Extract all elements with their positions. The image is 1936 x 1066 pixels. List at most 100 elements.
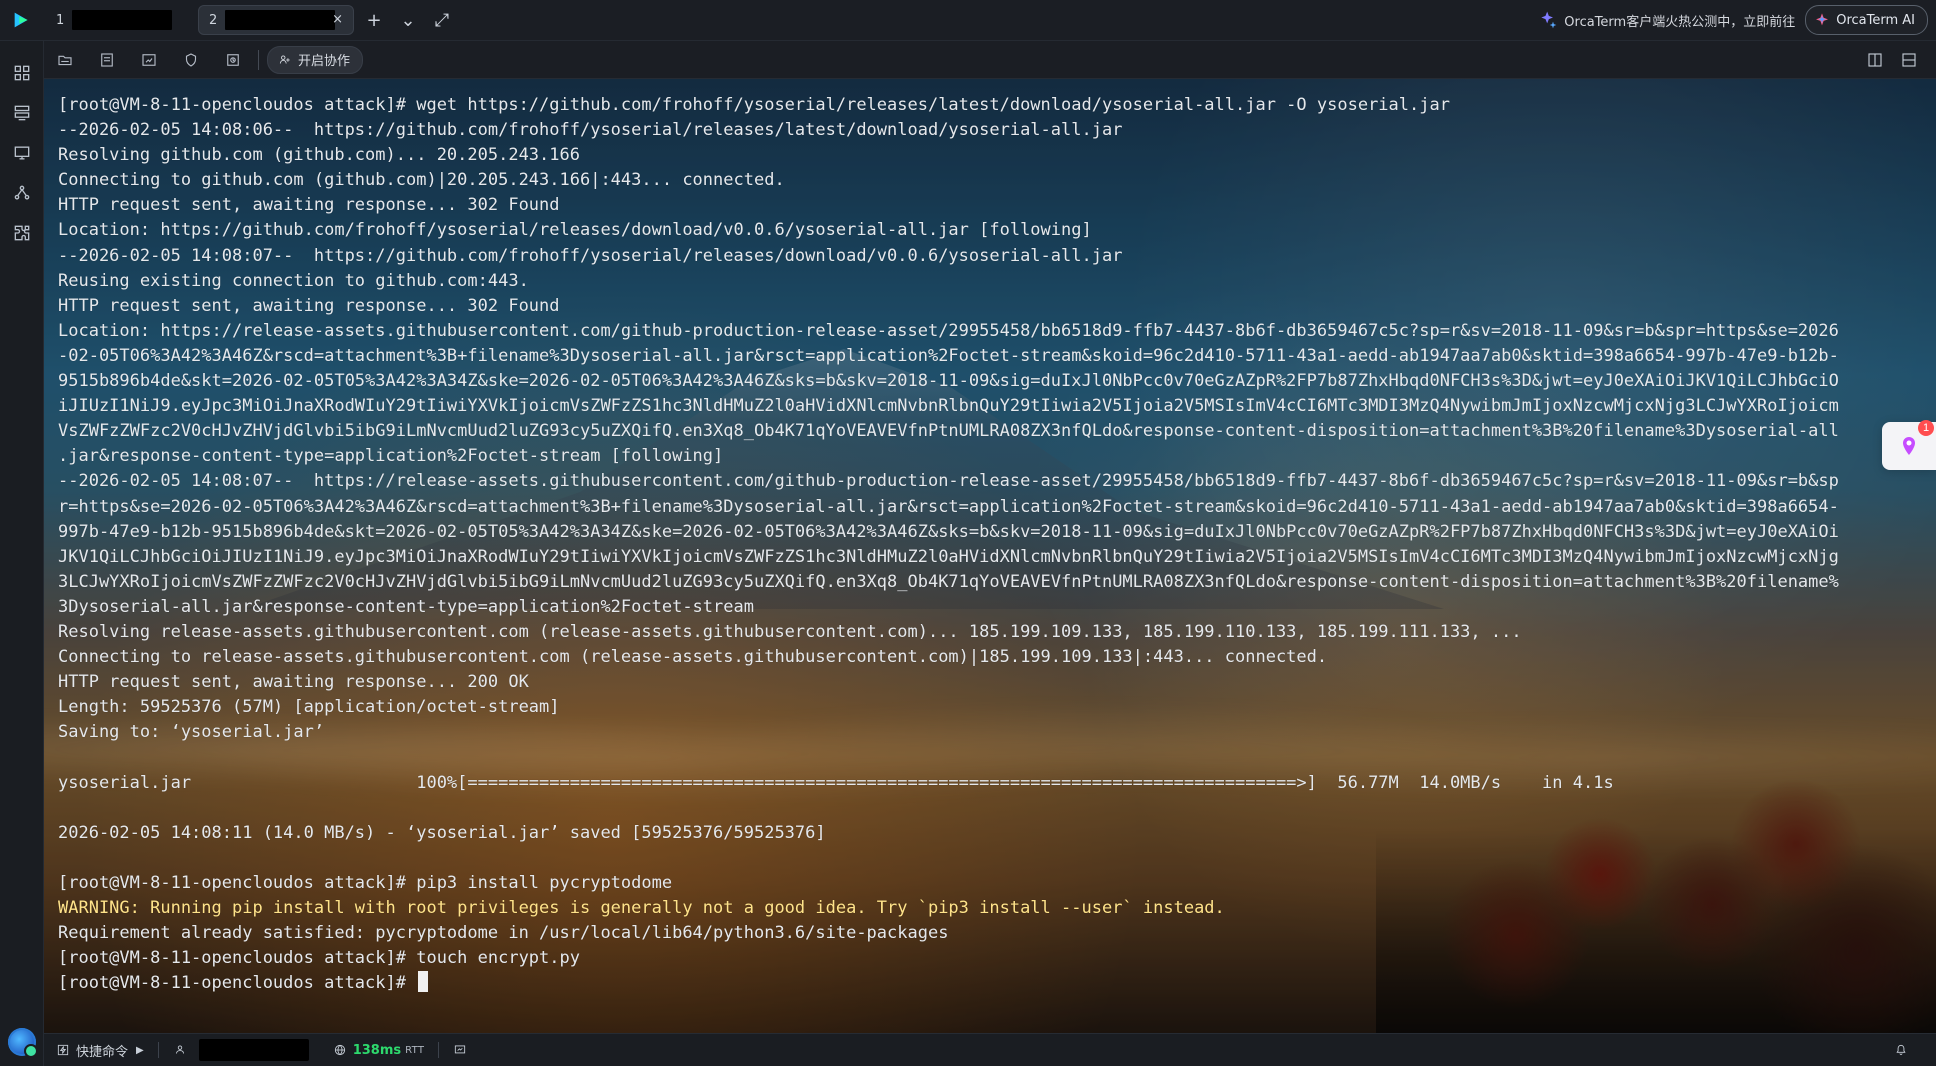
schedule-icon[interactable]	[212, 41, 254, 79]
terminal-line-text: HTTP request sent, awaiting response... …	[58, 295, 560, 316]
terminal-line: r=https&se=2026-02-05T06%3A42%3A46Z&rscd…	[58, 495, 1926, 520]
terminal-output: [root@VM-8-11-opencloudos attack]# wget …	[58, 93, 1926, 996]
terminal-line-text: 2026-02-05 14:08:11 (14.0 MB/s) - ‘ysose…	[58, 822, 826, 843]
tab-1[interactable]: 1	[46, 5, 188, 35]
bottom-status-bar: 快捷命令 ▶ 138ms RTT	[44, 1033, 1936, 1066]
globe-icon	[334, 1044, 345, 1056]
sftp-icon[interactable]	[44, 41, 86, 79]
monitor-button[interactable]	[441, 1034, 485, 1066]
terminal-line: Reusing existing connection to github.co…	[58, 269, 1926, 294]
terminal-line-text: [root@VM-8-11-opencloudos attack]# pip3 …	[58, 872, 673, 893]
tab-index-1: 1	[56, 12, 65, 28]
collaboration-icon	[279, 54, 290, 64]
terminal-line-text: -02-05T06%3A42%3A46Z&rscd=attachment%3B+…	[58, 345, 1839, 366]
terminal-line-text: Reusing existing connection to github.co…	[58, 270, 529, 291]
toolbar-divider	[258, 49, 259, 70]
latency-value: 138ms	[352, 1042, 402, 1058]
assistant-floating-button[interactable]: 1	[1882, 420, 1936, 470]
history-icon[interactable]	[86, 41, 128, 79]
latency-indicator: 138ms RTT	[321, 1034, 437, 1066]
terminal-line: 9515b896b4de&skt=2026-02-05T05%3A42%3A34…	[58, 369, 1926, 394]
terminal-line-text: WARNING: Running pip install with root p…	[58, 898, 1225, 918]
online-status-icon	[24, 1044, 38, 1058]
terminal-line-text: HTTP request sent, awaiting response... …	[58, 672, 529, 693]
terminal-line-text: HTTP request sent, awaiting response... …	[58, 195, 560, 216]
terminal-line-text: .jar&response-content-type=application%2…	[58, 446, 724, 467]
terminal-line-text: ysoserial.jar 100%[=====================…	[58, 772, 1614, 793]
computer-icon[interactable]	[0, 133, 44, 173]
lightning-icon	[57, 1044, 69, 1056]
promo-text: OrcaTerm客户端火热公测中，立即前往	[1564, 14, 1796, 30]
split-horizontal-icon[interactable]	[1892, 45, 1926, 75]
terminal-line-text: Length: 59525376 (57M) [application/octe…	[58, 697, 560, 718]
terminal-line: Requirement already satisfied: pycryptod…	[58, 921, 1926, 946]
close-icon[interactable]: ×	[332, 12, 343, 28]
terminal-line: Resolving github.com (github.com)... 20.…	[58, 143, 1926, 168]
terminal-line-text: Saving to: ‘ysoserial.jar’	[58, 722, 325, 743]
network-icon[interactable]	[0, 173, 44, 213]
terminal-line: VsZWFzZWFzc2V0cHJvZHVjdGlvbi5ibG9iLmNvcm…	[58, 419, 1926, 444]
puzzle-icon[interactable]	[0, 213, 44, 253]
terminal-line: Saving to: ‘ysoserial.jar’	[58, 720, 1926, 745]
terminal-line-text: --2026-02-05 14:08:06-- https://github.c…	[58, 120, 1123, 141]
tab-2[interactable]: 2 ×	[198, 5, 354, 35]
ai-button-label: OrcaTerm AI	[1836, 12, 1915, 28]
terminal-line: Connecting to release-assets.githubuserc…	[58, 645, 1926, 670]
terminal-line: [root@VM-8-11-opencloudos attack]#	[58, 971, 1926, 996]
terminal-line: [root@VM-8-11-opencloudos attack]# touch…	[58, 946, 1926, 971]
terminal-line: [root@VM-8-11-opencloudos attack]# wget …	[58, 93, 1926, 118]
terminal-line-text: --2026-02-05 14:08:07-- https://github.c…	[58, 245, 1123, 266]
redacted-user-info	[198, 1039, 309, 1061]
terminal-line: 997b-47e9-b12b-9515b896b4de&skt=2026-02-…	[58, 520, 1926, 545]
sparkles-icon	[1541, 11, 1557, 29]
redacted-tab-title-2	[225, 10, 336, 30]
grid-icon[interactable]	[0, 53, 44, 93]
tab-index-2: 2	[209, 12, 218, 28]
terminal-line-text: Resolving release-assets.githubuserconte…	[58, 621, 1522, 642]
terminal-line: Location: https://release-assets.githubu…	[58, 319, 1926, 344]
terminal-line: 3Dysoserial-all.jar&response-content-typ…	[58, 595, 1926, 620]
plus-icon[interactable]: +	[360, 5, 388, 35]
terminal-line-text: iJIUzI1NiJ9.eyJpc3MiOiJnaXRodWIuY29tIiwi…	[58, 396, 1839, 417]
terminal-panel[interactable]: [root@VM-8-11-opencloudos attack]# wget …	[44, 79, 1936, 1033]
terminal-line: .jar&response-content-type=application%2…	[58, 444, 1926, 469]
collaboration-label: 开启协作	[298, 54, 351, 69]
terminal-line-text: VsZWFzZWFzc2V0cHJvZHVjdGlvbi5ibG9iLmNvcm…	[58, 421, 1839, 442]
promo-banner[interactable]: OrcaTerm客户端火热公测中，立即前往	[1538, 10, 1795, 30]
terminal-line: -02-05T06%3A42%3A46Z&rscd=attachment%3B+…	[58, 344, 1926, 369]
terminal-line-text: [root@VM-8-11-opencloudos attack]# wget …	[58, 95, 1450, 115]
screenshot-icon[interactable]	[128, 41, 170, 79]
redacted-tab-title-1	[72, 10, 173, 30]
security-icon[interactable]	[170, 41, 212, 79]
quick-commands-button[interactable]: 快捷命令 ▶	[44, 1034, 156, 1066]
terminal-line-text: Location: https://release-assets.githubu…	[58, 320, 1839, 341]
chevron-right-icon: ▶	[136, 1044, 144, 1056]
avatar[interactable]	[8, 1028, 38, 1058]
chevron-down-icon[interactable]: ⌄	[394, 5, 422, 35]
terminal-line: Resolving release-assets.githubuserconte…	[58, 620, 1926, 645]
notifications-button[interactable]	[1882, 1034, 1926, 1066]
terminal-line: HTTP request sent, awaiting response... …	[58, 193, 1926, 218]
terminal-line-text: Location: https://github.com/frohoff/yso…	[58, 220, 1092, 241]
server-list-icon[interactable]	[0, 93, 44, 133]
terminal-line: --2026-02-05 14:08:07-- https://github.c…	[58, 244, 1926, 269]
terminal-line: --2026-02-05 14:08:06-- https://github.c…	[58, 118, 1926, 143]
expand-icon[interactable]: ⤢	[428, 5, 456, 35]
terminal-line-text: 997b-47e9-b12b-9515b896b4de&skt=2026-02-…	[58, 521, 1839, 542]
left-sidebar	[0, 41, 44, 1066]
terminal-line-text: 3Dysoserial-all.jar&response-content-typ…	[58, 596, 754, 617]
session-user	[161, 1034, 321, 1066]
split-vertical-icon[interactable]	[1858, 45, 1892, 75]
terminal-line: JKV1QiLCJhbGciOiJIUzI1NiJ9.eyJpc3MiOiJna…	[58, 545, 1926, 570]
orcaterm-ai-button[interactable]: OrcaTerm AI	[1805, 5, 1928, 35]
terminal-line-text: r=https&se=2026-02-05T06%3A42%3A46Z&rscd…	[58, 496, 1839, 517]
top-tab-bar: 1 2 × + ⌄ ⤢ OrcaTerm客户端火热公测中，立即前往 OrcaTe…	[0, 0, 1936, 41]
ai-icon	[1816, 13, 1829, 26]
terminal-line-text: Connecting to github.com (github.com)|20…	[58, 170, 785, 191]
assistant-badge: 1	[1918, 420, 1934, 436]
terminal-cursor	[418, 971, 429, 993]
collaboration-button[interactable]: 开启协作	[267, 45, 364, 74]
terminal-line-text: Resolving github.com (github.com)... 20.…	[58, 145, 580, 166]
